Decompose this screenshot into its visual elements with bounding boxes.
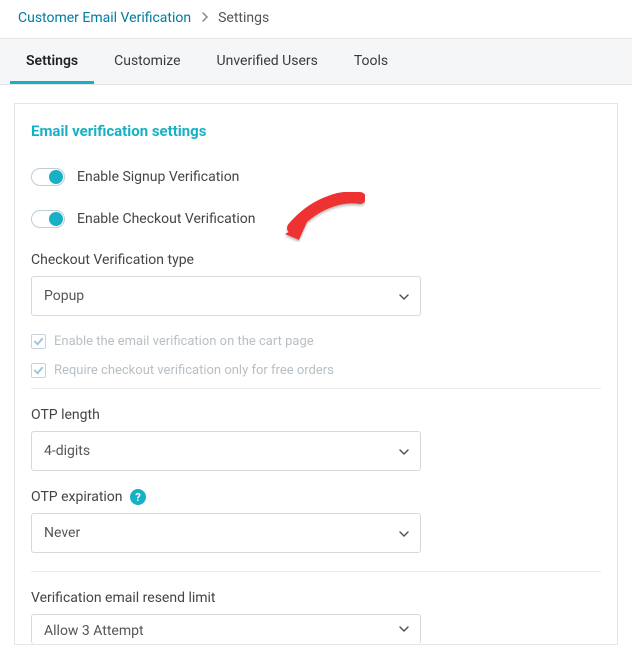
field-otp-expiration: OTP expiration ? Never: [31, 489, 601, 553]
otp-length-value: 4-digits: [44, 443, 90, 459]
resend-limit-label: Verification email resend limit: [31, 590, 601, 606]
tab-settings[interactable]: Settings: [10, 39, 94, 84]
chevron-down-icon: [398, 528, 408, 538]
toggle-checkout-verification[interactable]: [31, 210, 65, 228]
toggle-signup-verification[interactable]: [31, 168, 65, 186]
checkbox-cart-page-label: Enable the email verification on the car…: [54, 334, 314, 349]
breadcrumb-current: Settings: [218, 10, 269, 26]
checkout-type-label: Checkout Verification type: [31, 252, 601, 268]
divider: [31, 571, 601, 572]
chevron-down-icon: [398, 623, 408, 633]
divider: [31, 388, 601, 389]
checkbox-cart-page-box[interactable]: [31, 334, 46, 349]
tab-customize[interactable]: Customize: [98, 39, 196, 84]
checkbox-free-orders-label: Require checkout verification only for f…: [54, 363, 334, 378]
chevron-down-icon: [398, 446, 408, 456]
otp-expiration-label: OTP expiration ?: [31, 489, 601, 505]
otp-expiration-select[interactable]: Never: [31, 513, 421, 553]
check-icon: [33, 365, 44, 376]
checkout-type-select[interactable]: Popup: [31, 276, 421, 316]
breadcrumb-separator: [201, 10, 212, 26]
checkbox-free-orders-box[interactable]: [31, 363, 46, 378]
resend-limit-value: Allow 3 Attempt: [44, 623, 144, 639]
annotation-arrow-icon: [285, 192, 365, 242]
section-title: Email verification settings: [31, 122, 601, 140]
field-checkout-type: Checkout Verification type Popup: [31, 252, 601, 316]
toggle-row-checkout: Enable Checkout Verification: [31, 210, 601, 228]
field-otp-length: OTP length 4-digits: [31, 407, 601, 471]
otp-length-select[interactable]: 4-digits: [31, 431, 421, 471]
tab-unverified-users[interactable]: Unverified Users: [201, 39, 334, 84]
checkbox-cart-page: Enable the email verification on the car…: [31, 334, 601, 349]
otp-expiration-label-text: OTP expiration: [31, 489, 123, 505]
tab-bar: Settings Customize Unverified Users Tool…: [0, 39, 632, 85]
field-resend-limit: Verification email resend limit Allow 3 …: [31, 590, 601, 644]
toggle-signup-label: Enable Signup Verification: [77, 169, 239, 185]
otp-length-label: OTP length: [31, 407, 601, 423]
toggle-row-signup: Enable Signup Verification: [31, 168, 601, 186]
resend-limit-select[interactable]: Allow 3 Attempt: [31, 614, 421, 644]
checkout-type-value: Popup: [44, 288, 84, 304]
help-icon[interactable]: ?: [130, 489, 146, 505]
breadcrumb-root[interactable]: Customer Email Verification: [18, 10, 191, 26]
otp-expiration-value: Never: [44, 525, 80, 541]
settings-panel: Email verification settings Enable Signu…: [14, 103, 618, 645]
checkbox-free-orders: Require checkout verification only for f…: [31, 363, 601, 378]
tab-tools[interactable]: Tools: [338, 39, 404, 84]
chevron-right-icon: [201, 12, 209, 22]
breadcrumb: Customer Email Verification Settings: [0, 0, 632, 39]
chevron-down-icon: [398, 291, 408, 301]
toggle-checkout-label: Enable Checkout Verification: [77, 211, 255, 227]
check-icon: [33, 336, 44, 347]
